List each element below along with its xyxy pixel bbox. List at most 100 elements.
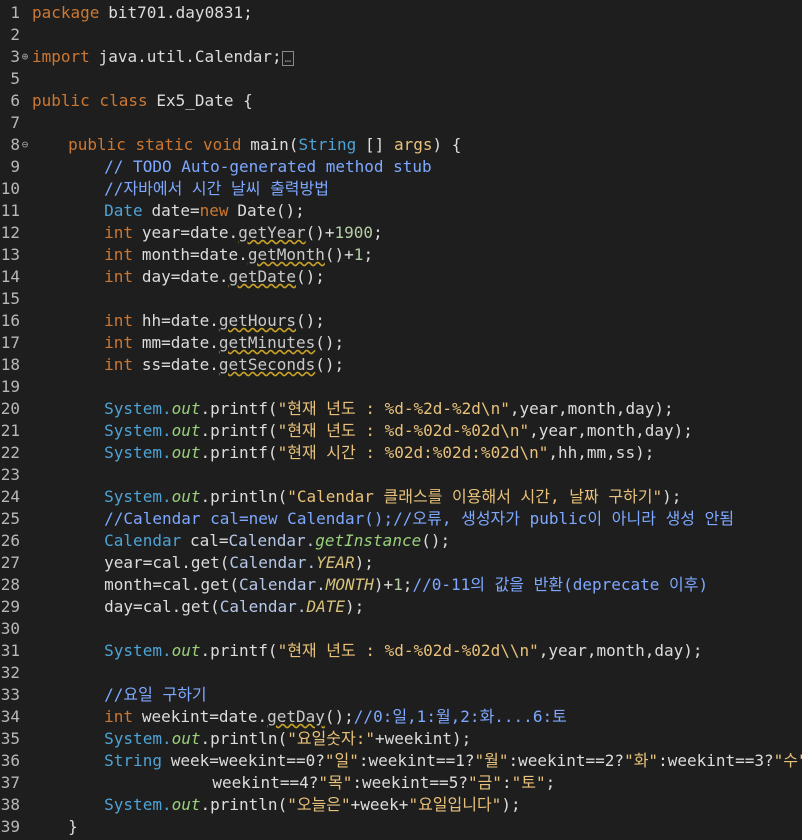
line-number: 27 <box>0 553 20 572</box>
code-token: day=date. <box>141 267 229 286</box>
code-token: int <box>104 355 134 374</box>
code-text: System.out.println("요일숫자:"+weekint); <box>104 728 471 750</box>
code-text: year=cal.get(Calendar.YEAR); <box>104 552 374 574</box>
code-token: ; <box>545 773 556 792</box>
code-token: "목" <box>318 773 353 792</box>
code-line[interactable]: 7 <box>0 112 802 134</box>
line-number: 12 <box>0 223 20 242</box>
code-token: public static void <box>68 135 242 154</box>
code-token: +week+ <box>350 795 409 814</box>
code-text: } <box>68 816 78 838</box>
code-token: Calendar <box>104 531 182 550</box>
line-number: 11 <box>0 201 20 220</box>
line-number: 31 <box>0 641 20 660</box>
code-text: public class Ex5_Date { <box>32 90 253 112</box>
code-line[interactable]: 18 int ss=date.getSeconds(); <box>0 354 802 376</box>
code-line[interactable]: 20 System.out.printf("현재 년도 : %d-%2d-%2d\… <box>0 398 802 420</box>
code-line[interactable]: 38 System.out.println("오늘은"+week+"요일입니다")… <box>0 794 802 816</box>
line-number: 19 <box>0 377 20 396</box>
code-token: int <box>104 311 134 330</box>
code-token: "오늘은" <box>287 795 351 814</box>
code-line[interactable]: 27 year=cal.get(Calendar.YEAR); <box>0 552 802 574</box>
code-line[interactable]: 21 System.out.printf("현재 년도 : %d-%02d-%02… <box>0 420 802 442</box>
code-token: //자바에서 시간 날씨 출력방법 <box>104 179 329 198</box>
code-token: "토" <box>511 773 546 792</box>
code-line[interactable]: 2 <box>0 24 802 46</box>
collapse-fold-icon[interactable]: ⊖ <box>20 134 30 156</box>
code-line[interactable]: 6 public class Ex5_Date { <box>0 90 802 112</box>
code-token: } <box>68 817 78 836</box>
code-text: int mm=date.getMinutes(); <box>104 332 344 354</box>
code-token: .println( <box>200 487 288 506</box>
code-token: int <box>104 333 134 352</box>
code-line[interactable]: 10 //자바에서 시간 날씨 출력방법 <box>0 178 802 200</box>
code-token: ) { <box>432 135 462 154</box>
line-number: 28 <box>0 575 20 594</box>
code-token: YEAR <box>316 553 355 572</box>
code-line[interactable]: 31 System.out.printf("현재 년도 : %d-%02d-%02… <box>0 640 802 662</box>
code-line[interactable]: 9 // TODO Auto-generated method stub <box>0 156 802 178</box>
code-line[interactable]: 37 weekint==4?"목":weekint==5?"금":"토"; <box>0 772 802 794</box>
code-token: .printf( <box>200 399 278 418</box>
code-line[interactable]: 17 int mm=date.getMinutes(); <box>0 332 802 354</box>
code-line[interactable]: 15 <box>0 288 802 310</box>
code-token: args <box>393 135 433 154</box>
code-line[interactable]: 34 int weekint=date.getDay();//0:일,1:월,2:화… <box>0 706 802 728</box>
code-token: getSeconds <box>218 355 316 374</box>
code-token: [] <box>365 135 394 154</box>
code-line[interactable]: 1 package bit701.day0831; <box>0 2 802 24</box>
line-number: 1 <box>10 3 20 22</box>
code-line[interactable]: 22 System.out.printf("현재 시간 : %02d:%02d:%… <box>0 442 802 464</box>
code-line[interactable]: 24 System.out.println("Calendar 클래스를 이용해서… <box>0 486 802 508</box>
code-token: System. <box>104 487 172 506</box>
code-line[interactable]: 14 int day=date.getDate(); <box>0 266 802 288</box>
code-token: .printf( <box>200 641 278 660</box>
code-line[interactable]: 39} <box>0 816 802 838</box>
collapsed-imports-marker[interactable]: … <box>281 51 295 66</box>
code-editor[interactable]: 1 package bit701.day0831; 2 3 ⊕ import java.uti… <box>0 0 802 840</box>
code-token: //Calendar cal=new Calendar();//오류, 생성자가… <box>104 509 735 528</box>
code-line[interactable]: 11 Date date=new Date(); <box>0 200 802 222</box>
code-text: Date date=new Date(); <box>104 200 305 222</box>
code-line[interactable]: 23 <box>0 464 802 486</box>
code-token: "요일숫자:" <box>287 729 375 748</box>
code-line[interactable]: 35 System.out.println("요일숫자:"+weekint); <box>0 728 802 750</box>
code-token: (); <box>421 531 451 550</box>
code-token: out <box>171 795 201 814</box>
code-token: weekint=date. <box>141 707 268 726</box>
line-number: 25 <box>0 509 20 528</box>
code-line[interactable]: 28 month=cal.get(Calendar.MONTH)+1;//0-11… <box>0 574 802 596</box>
code-token: "일" <box>324 751 359 770</box>
code-line[interactable]: 33 //요일 구하기 <box>0 684 802 706</box>
code-line[interactable]: 32 <box>0 662 802 684</box>
code-line[interactable]: 8 ⊖ public static void main(String [] args) … <box>0 134 802 156</box>
code-token: (); <box>315 355 345 374</box>
code-token: //요일 구하기 <box>104 685 207 704</box>
code-text: Calendar cal=Calendar.getInstance(); <box>104 530 450 552</box>
code-text: System.out.printf("현재 시간 : %02d:%02d:%02… <box>104 442 654 464</box>
code-line[interactable]: 26 Calendar cal=Calendar.getInstance(); <box>0 530 802 552</box>
code-line[interactable]: 16 int hh=date.getHours(); <box>0 310 802 332</box>
code-token: System. <box>104 641 172 660</box>
code-line[interactable]: 12 int year=date.getYear()+1900; <box>0 222 802 244</box>
code-line[interactable]: 30 <box>0 618 802 640</box>
code-token: int <box>104 245 134 264</box>
code-line[interactable]: 36 String week=weekint==0?"일":weekint==1?"… <box>0 750 802 772</box>
code-line[interactable]: 13 int month=date.getMonth()+1; <box>0 244 802 266</box>
code-line[interactable]: 25 //Calendar cal=new Calendar();//오류, 생성… <box>0 508 802 530</box>
line-number: 7 <box>10 113 20 132</box>
code-token: out <box>171 487 201 506</box>
code-token: public class <box>32 91 148 110</box>
line-number: 2 <box>10 25 20 44</box>
code-line[interactable]: 29 day=cal.get(Calendar.DATE); <box>0 596 802 618</box>
code-line[interactable]: 5 <box>0 68 802 90</box>
code-line[interactable]: 19 <box>0 376 802 398</box>
code-token: mm=date. <box>141 333 219 352</box>
code-line[interactable]: 3 ⊕ import java.util.Calendar;… <box>0 46 802 68</box>
code-token: "월" <box>474 751 509 770</box>
code-token: out <box>171 729 201 748</box>
code-token: java.util.Calendar; <box>98 47 282 66</box>
expand-fold-icon[interactable]: ⊕ <box>20 46 30 68</box>
line-number: 22 <box>0 443 20 462</box>
code-token: ; <box>373 223 383 242</box>
